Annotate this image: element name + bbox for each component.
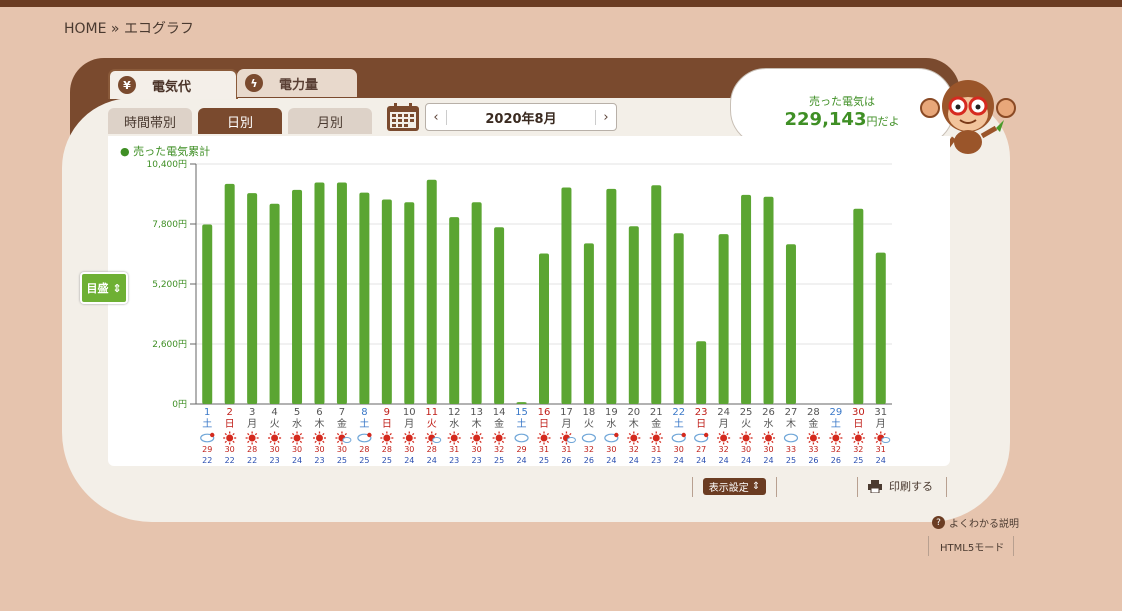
help-label: よくわかる説明 — [949, 519, 1019, 530]
date-selector: ‹ 2020年8月 › — [425, 103, 617, 131]
scale-label: 目盛 — [86, 282, 109, 295]
bubble-amount: 229,143 — [784, 109, 867, 130]
tab-daily[interactable]: 日別 — [198, 108, 282, 134]
current-month: 2020年8月 — [485, 111, 557, 127]
tab-power-label: 電力量 — [279, 77, 319, 93]
divider — [946, 477, 947, 497]
tab-power-amount[interactable]: ϟ 電力量 — [237, 69, 357, 97]
bubble-suffix: 円だよ — [866, 115, 900, 128]
print-label: 印刷する — [889, 480, 933, 493]
divider — [928, 536, 929, 556]
print-button[interactable]: 印刷する — [868, 478, 933, 494]
display-settings-label: 表示設定 — [708, 483, 749, 494]
updown-icon: ⇕ — [112, 281, 122, 295]
divider — [1013, 536, 1014, 556]
legend-label: 売った電気累計 — [133, 145, 211, 158]
divider — [857, 477, 858, 497]
top-border — [0, 0, 1122, 7]
calendar-icon[interactable] — [386, 102, 420, 132]
tab-monthly[interactable]: 月別 — [288, 108, 372, 134]
updown-icon: ⇕ — [751, 481, 761, 492]
prev-month-button[interactable]: ‹ — [426, 109, 447, 125]
divider — [776, 477, 777, 497]
tab-hourly[interactable]: 時間帯別 — [108, 108, 192, 134]
printer-icon — [868, 479, 882, 493]
breadcrumb[interactable]: HOME » エコグラフ — [64, 18, 194, 38]
question-icon: ? — [932, 516, 945, 529]
scale-button[interactable]: 目盛 ⇕ — [80, 272, 128, 304]
yen-icon: ¥ — [118, 76, 136, 94]
tab-electricity-cost[interactable]: ¥ 電気代 — [108, 69, 238, 99]
chart-area — [108, 136, 950, 466]
next-month-button[interactable]: › — [595, 109, 616, 125]
divider — [692, 477, 693, 497]
html5-mode-link[interactable]: HTML5モード — [940, 539, 1004, 554]
chart-legend: ● 売った電気累計 — [120, 145, 211, 158]
lightning-icon: ϟ — [245, 74, 263, 92]
tab-cost-label: 電気代 — [152, 79, 192, 95]
help-link[interactable]: ? よくわかる説明 — [932, 515, 1019, 530]
display-settings-button[interactable]: 表示設定 ⇕ — [703, 478, 766, 495]
